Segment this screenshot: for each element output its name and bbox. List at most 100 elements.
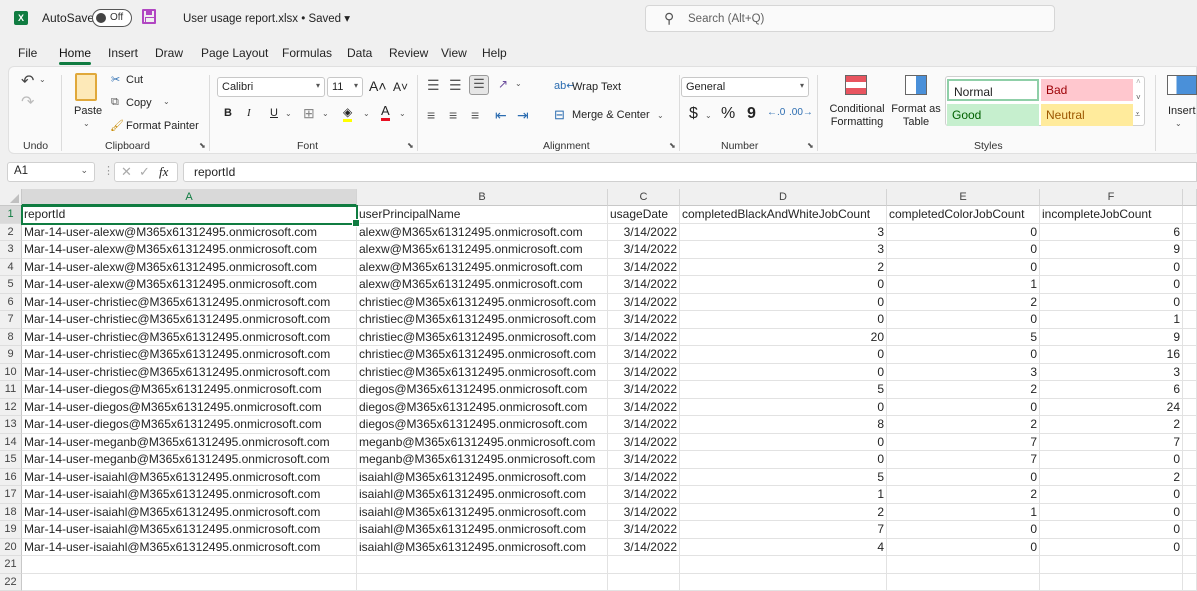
table-cell[interactable]: 3 [1040, 363, 1183, 381]
row-header[interactable]: 20 [0, 538, 22, 556]
table-cell[interactable]: 0 [887, 538, 1040, 556]
tab-file[interactable]: File [18, 46, 37, 60]
conditional-formatting-button[interactable]: Conditional Formatting [822, 103, 892, 129]
column-header-f[interactable]: F [1040, 189, 1183, 206]
table-cell[interactable]: 0 [680, 276, 887, 294]
table-cell[interactable]: 0 [1040, 503, 1183, 521]
wrap-text-button[interactable]: Wrap Text [572, 81, 621, 93]
italic-button[interactable]: I [247, 107, 251, 119]
format-as-table-button[interactable]: Format as Table [890, 103, 942, 129]
table-cell[interactable]: 2 [1040, 468, 1183, 486]
table-cell[interactable]: 0 [680, 398, 887, 416]
row-header[interactable]: 7 [0, 311, 22, 329]
table-cell[interactable]: 5 [680, 381, 887, 399]
table-cell[interactable]: Mar-14-user-alexw@M365x61312495.onmicros… [22, 258, 357, 276]
row-header[interactable]: 14 [0, 433, 22, 451]
table-cell[interactable]: 3/14/2022 [608, 503, 680, 521]
table-cell[interactable]: 0 [1040, 276, 1183, 294]
table-cell[interactable]: 3/14/2022 [608, 328, 680, 346]
table-cell[interactable]: Mar-14-user-meganb@M365x61312495.onmicro… [22, 433, 357, 451]
table-cell[interactable] [1183, 206, 1197, 224]
select-all-button[interactable] [0, 189, 22, 206]
table-cell[interactable]: 9 [1040, 241, 1183, 259]
copy-button[interactable]: Copy [126, 97, 152, 109]
table-cell[interactable]: 0 [680, 293, 887, 311]
table-cell[interactable]: 3/14/2022 [608, 398, 680, 416]
table-cell[interactable]: Mar-14-user-isaiahl@M365x61312495.onmicr… [22, 521, 357, 539]
table-cell[interactable] [1040, 556, 1183, 574]
redo-icon[interactable]: ↷ [21, 92, 34, 112]
table-cell[interactable]: 0 [1040, 293, 1183, 311]
table-cell[interactable] [1183, 328, 1197, 346]
column-header-e[interactable]: E [887, 189, 1040, 206]
table-cell[interactable] [680, 556, 887, 574]
table-cell[interactable] [608, 556, 680, 574]
table-cell[interactable]: 3/14/2022 [608, 433, 680, 451]
table-cell[interactable]: 1 [680, 486, 887, 504]
fill-color-dropdown-icon[interactable]: ⌄ [363, 109, 370, 118]
alignment-launcher-icon[interactable]: ⬊ [669, 141, 676, 150]
row-header[interactable]: 3 [0, 241, 22, 259]
tab-review[interactable]: Review [389, 46, 428, 60]
table-cell[interactable]: Mar-14-user-meganb@M365x61312495.onmicro… [22, 451, 357, 469]
table-cell[interactable] [1183, 451, 1197, 469]
spreadsheet-grid[interactable]: A B C D E F 1 reportId userPrincipalName usageDat… [0, 189, 1197, 591]
increase-indent-icon[interactable]: ⇥ [517, 107, 529, 124]
table-cell[interactable]: 3/14/2022 [608, 363, 680, 381]
table-cell[interactable] [1183, 311, 1197, 329]
table-cell[interactable]: 7 [680, 521, 887, 539]
table-cell[interactable] [1183, 503, 1197, 521]
row-header[interactable]: 19 [0, 521, 22, 539]
increase-font-size-icon[interactable]: A˄ [369, 78, 387, 94]
undo-icon[interactable]: ↶ [21, 71, 34, 91]
table-cell[interactable]: 0 [1040, 521, 1183, 539]
paste-icon[interactable] [75, 73, 97, 101]
table-cell[interactable] [608, 573, 680, 591]
table-cell[interactable]: alexw@M365x61312495.onmicrosoft.com [357, 223, 608, 241]
table-cell[interactable] [1183, 223, 1197, 241]
table-cell[interactable] [357, 573, 608, 591]
row-header[interactable]: 18 [0, 503, 22, 521]
paste-button[interactable]: Paste [74, 105, 102, 117]
table-cell[interactable] [1183, 556, 1197, 574]
table-cell[interactable]: 0 [887, 241, 1040, 259]
table-cell[interactable]: 0 [887, 521, 1040, 539]
table-cell[interactable]: 1 [887, 503, 1040, 521]
table-cell[interactable]: 2 [887, 293, 1040, 311]
table-cell[interactable]: 2 [1040, 416, 1183, 434]
table-cell[interactable]: 3/14/2022 [608, 311, 680, 329]
column-header-a[interactable]: A [22, 189, 357, 206]
row-header[interactable]: 6 [0, 293, 22, 311]
align-center-icon[interactable]: ≡ [449, 107, 457, 123]
currency-button[interactable]: $ [689, 105, 698, 123]
table-cell[interactable] [1183, 346, 1197, 364]
undo-dropdown-icon[interactable]: ⌄ [39, 75, 46, 84]
gallery-scroll-down-icon[interactable]: ˅ [1136, 93, 1141, 102]
insert-function-icon[interactable]: fx [159, 164, 168, 180]
table-cell[interactable] [1040, 573, 1183, 591]
table-cell[interactable]: Mar-14-user-isaiahl@M365x61312495.onmicr… [22, 538, 357, 556]
table-cell[interactable]: Mar-14-user-christiec@M365x61312495.onmi… [22, 328, 357, 346]
decrease-font-size-icon[interactable]: A˅ [393, 80, 408, 94]
table-cell[interactable] [1183, 573, 1197, 591]
table-cell[interactable]: 3/14/2022 [608, 416, 680, 434]
style-neutral[interactable]: Neutral [1041, 104, 1133, 126]
search-box[interactable]: ⚲ Search (Alt+Q) [645, 5, 1055, 32]
row-header[interactable]: 16 [0, 468, 22, 486]
tab-help[interactable]: Help [482, 46, 507, 60]
table-cell[interactable]: 9 [1040, 328, 1183, 346]
table-cell[interactable] [680, 573, 887, 591]
table-cell[interactable]: 0 [887, 468, 1040, 486]
copy-dropdown-icon[interactable]: ⌄ [163, 97, 170, 106]
table-cell[interactable] [1183, 433, 1197, 451]
table-cell[interactable]: 0 [1040, 451, 1183, 469]
table-cell[interactable]: Mar-14-user-isaiahl@M365x61312495.onmicr… [22, 486, 357, 504]
row-header[interactable]: 9 [0, 346, 22, 364]
table-cell[interactable]: Mar-14-user-isaiahl@M365x61312495.onmicr… [22, 503, 357, 521]
row-header[interactable]: 22 [0, 573, 22, 591]
table-cell[interactable]: 3/14/2022 [608, 468, 680, 486]
table-cell[interactable]: 1 [1040, 311, 1183, 329]
table-cell[interactable]: 0 [680, 346, 887, 364]
table-cell[interactable]: 4 [680, 538, 887, 556]
row-header[interactable]: 8 [0, 328, 22, 346]
